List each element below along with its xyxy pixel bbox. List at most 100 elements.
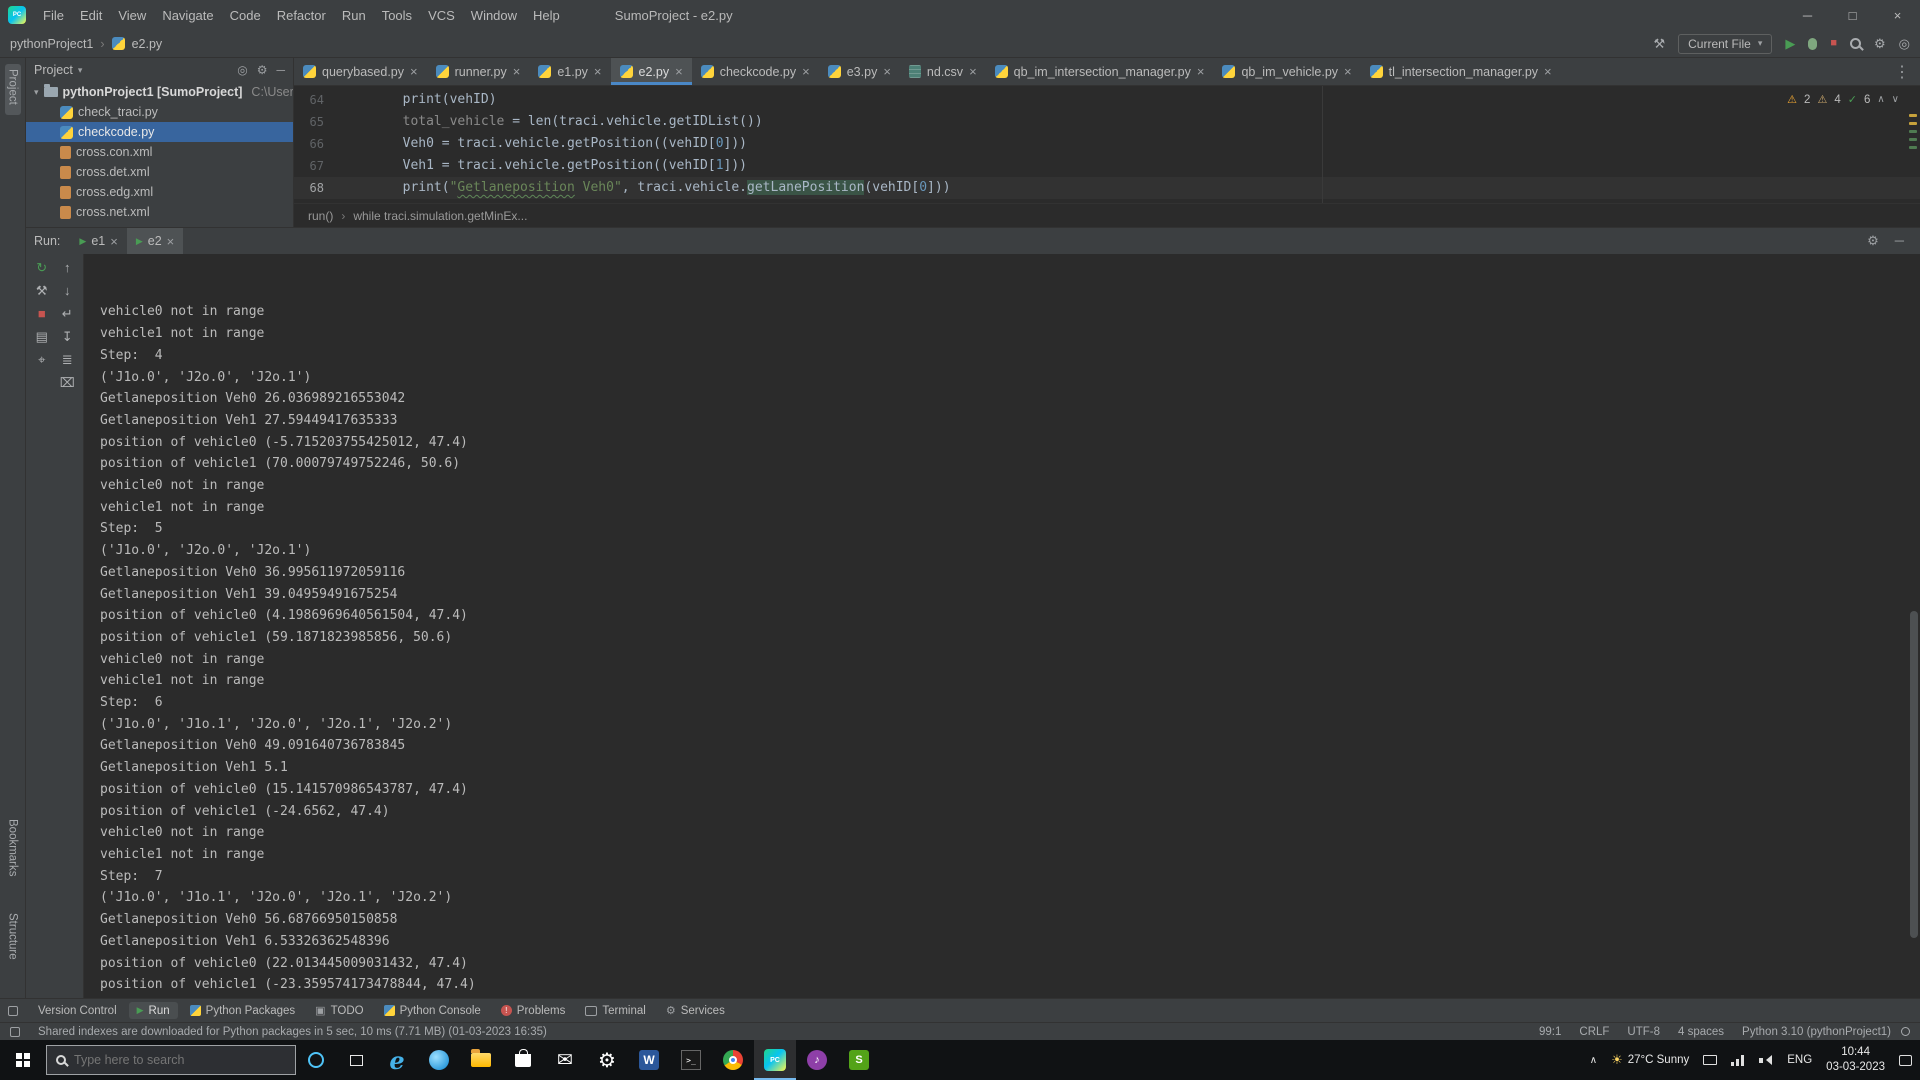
next-problem-icon[interactable]: ∨ bbox=[1892, 89, 1899, 111]
toolwindow-button-problems[interactable]: ! Problems bbox=[493, 1002, 574, 1019]
editor-tab-tl_intersection_manager.py[interactable]: tl_intersection_manager.py × bbox=[1361, 58, 1561, 85]
stop-button[interactable]: ■ bbox=[1830, 38, 1837, 49]
hide-panel-icon[interactable]: ─ bbox=[1895, 233, 1904, 249]
settings-app-icon[interactable] bbox=[586, 1040, 628, 1080]
toolwindow-button-run[interactable]: ▶ Run bbox=[128, 1002, 178, 1019]
project-file-cross.net.xml[interactable]: cross.net.xml bbox=[26, 202, 293, 222]
close-tab-icon[interactable]: × bbox=[675, 64, 683, 79]
breadcrumb-item[interactable]: run() bbox=[308, 209, 333, 223]
project-view-selector[interactable]: Project bbox=[34, 63, 73, 77]
menu-view[interactable]: View bbox=[111, 5, 153, 26]
status-python-3-10-pythonproject1-[interactable]: Python 3.10 (pythonProject1) bbox=[1742, 1026, 1891, 1038]
mail-icon[interactable] bbox=[544, 1040, 586, 1080]
close-tab-icon[interactable]: × bbox=[410, 64, 418, 79]
code-line-65[interactable]: 65 total_vehicle = len(traci.vehicle.get… bbox=[294, 111, 1920, 133]
terminal-app-icon[interactable] bbox=[670, 1040, 712, 1080]
project-file-check_traci.py[interactable]: check_traci.py bbox=[26, 102, 293, 122]
menu-edit[interactable]: Edit bbox=[73, 5, 109, 26]
inspections-widget[interactable]: ⚠ 2 ⚠ 4 ✓ 6 ∧ ∨ bbox=[1782, 88, 1904, 112]
toolwindow-structure-button[interactable]: Structure bbox=[5, 908, 21, 970]
editor-tab-e1.py[interactable]: e1.py × bbox=[529, 58, 610, 85]
toolwindow-button-todo[interactable]: ▣ TODO bbox=[307, 1002, 371, 1019]
editor-tab-e2.py[interactable]: e2.py × bbox=[610, 58, 692, 85]
menu-tools[interactable]: Tools bbox=[375, 5, 419, 26]
editor-tab-qb_im_intersection_manager.py[interactable]: qb_im_intersection_manager.py × bbox=[986, 58, 1214, 85]
run-configuration-select[interactable]: Current File ▾ bbox=[1678, 33, 1773, 54]
up-stack-trace-button[interactable]: ↑ bbox=[64, 261, 71, 274]
menu-refactor[interactable]: Refactor bbox=[270, 5, 333, 26]
editor-tab-runner.py[interactable]: runner.py × bbox=[427, 58, 530, 85]
notifications-icon[interactable] bbox=[1901, 1027, 1910, 1036]
menu-file[interactable]: File bbox=[36, 5, 71, 26]
store-icon[interactable] bbox=[502, 1040, 544, 1080]
project-file-cross.con.xml[interactable]: cross.con.xml bbox=[26, 142, 293, 162]
restore-layout-button[interactable]: ▤ bbox=[36, 330, 48, 343]
toolwindow-bookmarks-button[interactable]: Bookmarks bbox=[5, 814, 21, 887]
editor-tab-qb_im_vehicle.py[interactable]: qb_im_vehicle.py × bbox=[1213, 58, 1360, 85]
breadcrumb-file[interactable]: e2.py bbox=[132, 37, 163, 51]
cortana-button[interactable] bbox=[296, 1040, 336, 1080]
console[interactable]: vehicle0 not in range vehicle1 not in ran… bbox=[84, 254, 1920, 998]
code-line-66[interactable]: 66 Veh0 = traci.vehicle.getPosition((veh… bbox=[294, 133, 1920, 155]
code-line-64[interactable]: 64 print(vehID) bbox=[294, 89, 1920, 111]
clock-widget[interactable]: 10:44 03-03-2023 bbox=[1826, 1045, 1885, 1075]
sumo-icon[interactable] bbox=[838, 1040, 880, 1080]
scroll-to-end-button[interactable]: ↧ bbox=[62, 330, 73, 343]
start-button[interactable] bbox=[0, 1040, 46, 1080]
profile-icon[interactable]: ◎ bbox=[1899, 37, 1910, 50]
menu-code[interactable]: Code bbox=[223, 5, 268, 26]
status-crlf[interactable]: CRLF bbox=[1579, 1026, 1609, 1038]
modify-run-configuration-button[interactable]: ⚒ bbox=[36, 284, 48, 297]
settings-gear-icon[interactable]: ⚙ bbox=[1874, 37, 1886, 50]
menu-run[interactable]: Run bbox=[335, 5, 373, 26]
toolwindow-project-button[interactable]: Project bbox=[4, 64, 21, 115]
locate-file-icon[interactable]: ◎ bbox=[237, 63, 247, 77]
maximize-button[interactable]: □ bbox=[1830, 0, 1875, 30]
task-view-button[interactable] bbox=[336, 1040, 376, 1080]
close-button[interactable]: × bbox=[1875, 0, 1920, 30]
toolwindow-button-terminal[interactable]: Terminal bbox=[577, 1002, 653, 1019]
tab-options-icon[interactable]: ⋮ bbox=[1884, 58, 1920, 85]
media-player-icon[interactable] bbox=[796, 1040, 838, 1080]
minimize-button[interactable]: ─ bbox=[1785, 0, 1830, 30]
menu-help[interactable]: Help bbox=[526, 5, 567, 26]
toolwindow-button-version-control[interactable]: Version Control bbox=[30, 1002, 125, 1019]
project-file-cross.det.xml[interactable]: cross.det.xml bbox=[26, 162, 293, 182]
status-4-spaces[interactable]: 4 spaces bbox=[1678, 1026, 1724, 1038]
editor-tab-nd.csv[interactable]: nd.csv × bbox=[900, 58, 986, 85]
search-everywhere-icon[interactable] bbox=[1850, 38, 1861, 49]
internet-explorer-icon[interactable] bbox=[376, 1040, 418, 1080]
chrome-icon[interactable] bbox=[712, 1040, 754, 1080]
down-stack-trace-button[interactable]: ↓ bbox=[64, 284, 71, 297]
pin-tab-button[interactable]: ⌖ bbox=[38, 353, 45, 366]
toolwindow-button-python-packages[interactable]: Python Packages bbox=[182, 1002, 304, 1019]
console-scrollbar[interactable] bbox=[1910, 611, 1918, 939]
prev-problem-icon[interactable]: ∧ bbox=[1877, 89, 1884, 111]
toolwindow-switcher-icon[interactable] bbox=[8, 1005, 18, 1016]
code-line-67[interactable]: 67 Veh1 = traci.vehicle.getPosition((veh… bbox=[294, 155, 1920, 177]
hidden-icons-chevron[interactable]: ∧ bbox=[1590, 1055, 1597, 1066]
taskbar-search[interactable] bbox=[46, 1045, 296, 1075]
run-tab-e1[interactable]: ▶ e1 × bbox=[70, 228, 126, 254]
stop-button[interactable]: ■ bbox=[38, 307, 46, 320]
close-tab-icon[interactable]: × bbox=[883, 64, 891, 79]
run-tab-e2[interactable]: ▶ e2 × bbox=[126, 228, 184, 254]
menu-navigate[interactable]: Navigate bbox=[155, 5, 220, 26]
search-input[interactable] bbox=[74, 1053, 286, 1067]
debug-button[interactable] bbox=[1808, 37, 1818, 50]
editor-tab-querybased.py[interactable]: querybased.py × bbox=[294, 58, 427, 85]
editor-tab-e3.py[interactable]: e3.py × bbox=[819, 58, 900, 85]
menu-vcs[interactable]: VCS bbox=[421, 5, 462, 26]
network-tray-icon[interactable] bbox=[1731, 1054, 1746, 1066]
rerun-button[interactable]: ↻ bbox=[36, 261, 47, 274]
settings-gear-icon[interactable]: ⚙ bbox=[257, 63, 268, 77]
toolwindow-button-python-console[interactable]: Python Console bbox=[376, 1002, 489, 1019]
close-tab-icon[interactable]: × bbox=[110, 234, 118, 249]
editor-tab-checkcode.py[interactable]: checkcode.py × bbox=[692, 58, 819, 85]
file-explorer-icon[interactable] bbox=[460, 1040, 502, 1080]
close-tab-icon[interactable]: × bbox=[1344, 64, 1352, 79]
hide-panel-icon[interactable]: ─ bbox=[276, 63, 285, 77]
edge-icon[interactable] bbox=[418, 1040, 460, 1080]
close-tab-icon[interactable]: × bbox=[969, 64, 977, 79]
volume-tray-icon[interactable] bbox=[1759, 1054, 1773, 1066]
